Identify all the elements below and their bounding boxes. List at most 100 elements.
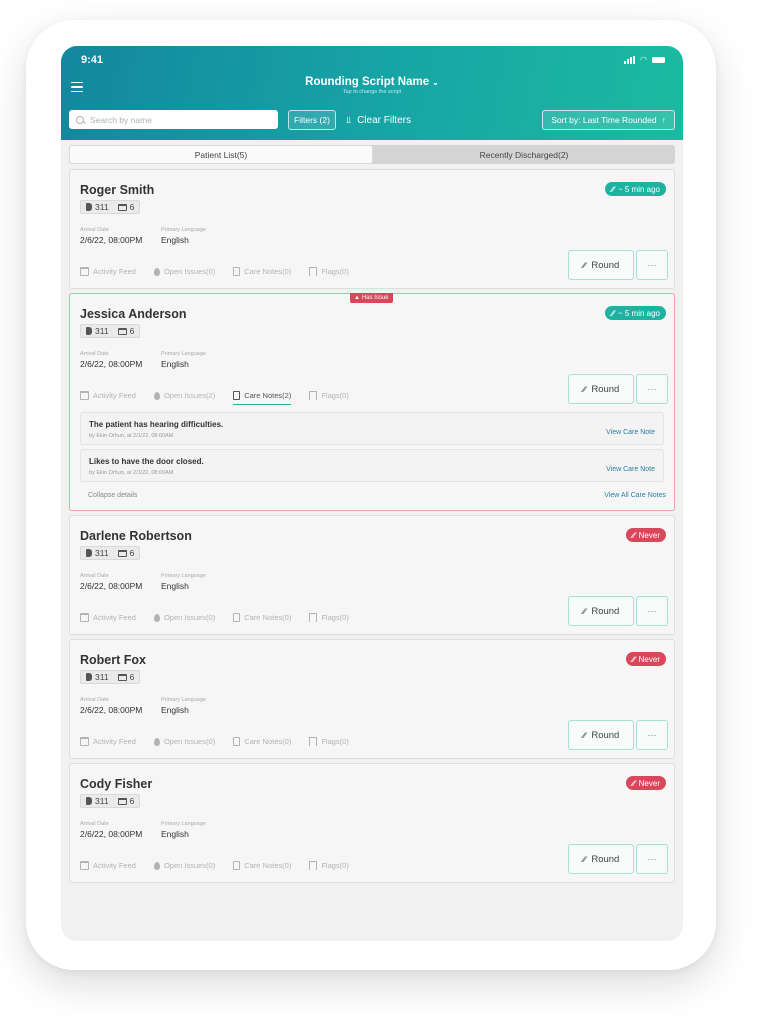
rounding-icon: ∕∕ bbox=[631, 654, 635, 664]
open-issues-link[interactable]: Open Issues(0) bbox=[153, 737, 215, 749]
patient-card[interactable]: Darlene Robertson 311 6 Arrival Date 2/6… bbox=[69, 515, 675, 635]
view-care-note-link[interactable]: View Care Note bbox=[606, 429, 655, 436]
clear-filters-button[interactable]: ⫫ Clear Filters bbox=[346, 110, 411, 130]
view-care-note-link[interactable]: View Care Note bbox=[606, 466, 655, 473]
arrival-date: Arrival Date 2/6/22, 08:00PM bbox=[80, 351, 142, 369]
page-title[interactable]: Rounding Script Name ⌄ bbox=[61, 76, 683, 88]
patient-name: Darlene Robertson bbox=[80, 529, 192, 543]
fire-icon bbox=[153, 737, 160, 746]
care-notes-link[interactable]: Care Notes(0) bbox=[233, 613, 291, 625]
round-button[interactable]: ∕∕ Round bbox=[568, 844, 634, 874]
signal-icon bbox=[624, 55, 636, 64]
search-placeholder: Search by name bbox=[90, 114, 152, 125]
chevron-down-icon: ⌄ bbox=[432, 78, 439, 87]
rounding-icon: ∕∕ bbox=[631, 530, 635, 540]
bed-number: 6 bbox=[129, 202, 135, 212]
primary-language: Primary Language English bbox=[161, 227, 206, 245]
arrival-date-label: Arrival Date bbox=[80, 227, 109, 233]
activity-feed-link[interactable]: Activity Feed bbox=[80, 267, 136, 279]
patient-card[interactable]: Roger Smith 311 6 Arrival Date 2/6/22, 0… bbox=[69, 169, 675, 289]
room-number: 311 bbox=[95, 326, 109, 336]
bed-number: 6 bbox=[129, 672, 135, 682]
bed-number: 6 bbox=[129, 796, 135, 806]
more-options-button[interactable]: ··· bbox=[636, 374, 668, 404]
page-subtitle: Tap to change the script bbox=[342, 89, 402, 95]
last-rounded-badge: ∕∕ ~ 5 min ago bbox=[605, 306, 666, 320]
arrival-date: Arrival Date 2/6/22, 08:00PM bbox=[80, 573, 142, 591]
collapse-details-link[interactable]: Collapse details bbox=[88, 492, 137, 499]
last-rounded-badge: ∕∕ Never bbox=[625, 652, 666, 666]
sort-button[interactable]: Sort by: Last Time Rounded ↑ bbox=[542, 110, 675, 130]
care-note-author: by Ekin Orhun, at 2/1/22, 08:00AM bbox=[89, 433, 174, 439]
open-issues-link[interactable]: Open Issues(0) bbox=[153, 267, 215, 279]
primary-language: Primary Language English bbox=[161, 697, 206, 715]
bookmark-flag-icon bbox=[309, 267, 318, 276]
activity-feed-link[interactable]: Activity Feed bbox=[80, 391, 136, 403]
last-rounded-badge: ∕∕ ~ 5 min ago bbox=[605, 182, 666, 196]
more-options-button[interactable]: ··· bbox=[636, 844, 668, 874]
filters-button[interactable]: Filters (2) bbox=[288, 110, 336, 130]
care-notes-link[interactable]: Care Notes(2) bbox=[233, 391, 292, 405]
care-note-text: Likes to have the door closed. bbox=[89, 457, 204, 466]
care-notes-link[interactable]: Care Notes(0) bbox=[233, 267, 291, 279]
bed-number: 6 bbox=[129, 548, 135, 558]
calendar-icon bbox=[80, 861, 89, 870]
more-options-button[interactable]: ··· bbox=[636, 250, 668, 280]
care-notes-link[interactable]: Care Notes(0) bbox=[233, 861, 291, 873]
arrival-date-label: Arrival Date bbox=[80, 821, 109, 827]
view-all-care-notes-link[interactable]: View All Care Notes bbox=[604, 492, 666, 499]
room-bed-chip: 311 6 bbox=[80, 670, 141, 684]
open-issues-link[interactable]: Open Issues(2) bbox=[153, 391, 215, 403]
flags-link[interactable]: Flags(0) bbox=[309, 267, 349, 279]
more-options-button[interactable]: ··· bbox=[636, 720, 668, 750]
more-options-button[interactable]: ··· bbox=[636, 596, 668, 626]
flags-link[interactable]: Flags(0) bbox=[309, 737, 349, 749]
script-selector[interactable]: Rounding Script Name ⌄ Tap to change the … bbox=[61, 76, 683, 95]
door-icon bbox=[86, 797, 92, 805]
bed-icon bbox=[117, 797, 127, 805]
arrival-date-label: Arrival Date bbox=[80, 697, 109, 703]
patient-name: Roger Smith bbox=[80, 183, 155, 197]
primary-language-value: English bbox=[161, 829, 189, 839]
last-rounded-badge: ∕∕ Never bbox=[625, 776, 666, 790]
open-issues-link[interactable]: Open Issues(0) bbox=[153, 613, 215, 625]
care-note-item: The patient has hearing difficulties. by … bbox=[80, 412, 664, 445]
tab-patient-list[interactable]: Patient List(5) bbox=[69, 145, 373, 164]
door-icon bbox=[86, 673, 92, 681]
rounding-icon: ∕∕ bbox=[582, 854, 586, 864]
flags-link[interactable]: Flags(0) bbox=[309, 861, 349, 873]
has-issue-badge: ▲ Has Issue bbox=[350, 293, 393, 303]
flags-link[interactable]: Flags(0) bbox=[309, 613, 349, 625]
room-number: 311 bbox=[95, 796, 109, 806]
round-button[interactable]: ∕∕ Round bbox=[568, 374, 634, 404]
last-rounded-badge: ∕∕ Never bbox=[625, 528, 666, 542]
open-issues-link[interactable]: Open Issues(0) bbox=[153, 861, 215, 873]
patient-card[interactable]: Jessica Anderson 311 6 Arrival Date 2/6/… bbox=[69, 293, 675, 511]
fire-icon: ▲ bbox=[354, 295, 360, 301]
room-number: 311 bbox=[95, 202, 109, 212]
activity-feed-link[interactable]: Activity Feed bbox=[80, 861, 136, 873]
status-icons: ◠ bbox=[624, 55, 665, 64]
round-button[interactable]: ∕∕ Round bbox=[568, 250, 634, 280]
document-icon bbox=[233, 613, 241, 622]
activity-feed-link[interactable]: Activity Feed bbox=[80, 613, 136, 625]
calendar-icon bbox=[80, 737, 89, 746]
card-actions: Activity Feed Open Issues(0) Care Notes(… bbox=[80, 267, 367, 279]
primary-language-label: Primary Language bbox=[161, 821, 206, 827]
activity-feed-link[interactable]: Activity Feed bbox=[80, 737, 136, 749]
arrival-date-value: 2/6/22, 08:00PM bbox=[80, 359, 143, 369]
card-actions: Activity Feed Open Issues(0) Care Notes(… bbox=[80, 737, 367, 749]
bed-icon bbox=[117, 327, 127, 335]
round-button[interactable]: ∕∕ Round bbox=[568, 596, 634, 626]
room-bed-chip: 311 6 bbox=[80, 200, 141, 214]
care-notes-link[interactable]: Care Notes(0) bbox=[233, 737, 291, 749]
search-input[interactable]: Search by name bbox=[69, 110, 278, 129]
flags-link[interactable]: Flags(0) bbox=[309, 391, 349, 403]
patient-name: Robert Fox bbox=[80, 653, 146, 667]
fire-icon bbox=[153, 613, 160, 622]
tab-recently-discharged[interactable]: Recently Discharged(2) bbox=[373, 145, 675, 164]
patient-card[interactable]: Robert Fox 311 6 Arrival Date 2/6/22, 08… bbox=[69, 639, 675, 759]
round-button[interactable]: ∕∕ Round bbox=[568, 720, 634, 750]
patient-card[interactable]: Cody Fisher 311 6 Arrival Date 2/6/22, 0… bbox=[69, 763, 675, 883]
broom-icon: ⫫ bbox=[346, 114, 352, 125]
